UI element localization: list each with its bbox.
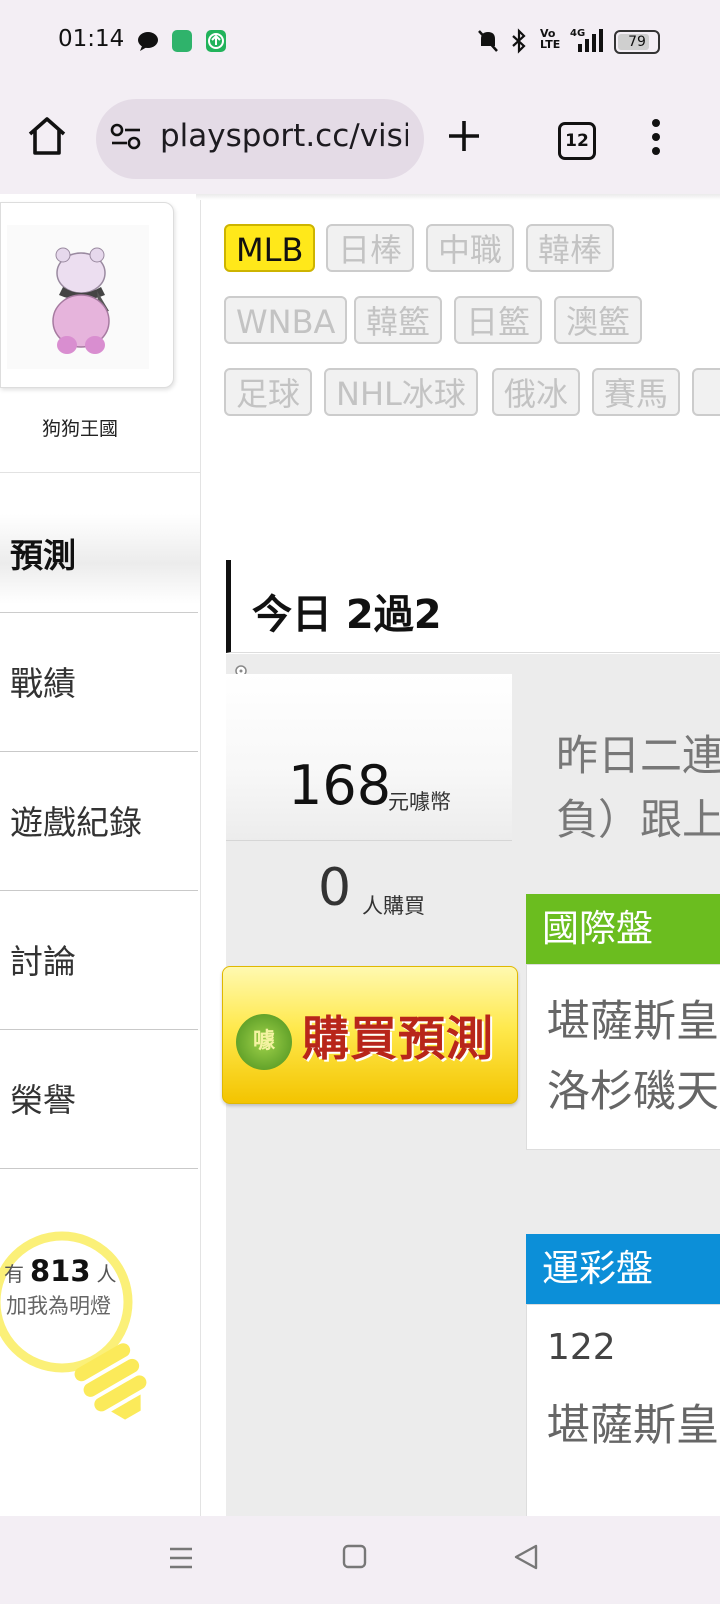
international-odds-panel[interactable]: 堪薩斯皇 洛杉磯天 (526, 964, 720, 1150)
tab-mlb[interactable]: MLB (224, 224, 316, 272)
nav-item-record[interactable]: 戰績 (0, 613, 198, 752)
avatar-card[interactable] (0, 202, 174, 388)
tab-nbl[interactable]: 澳籃 (554, 296, 643, 344)
prediction-description: 昨日二連 負）跟上 (556, 731, 720, 844)
sports-lottery-header: 運彩盤 (526, 1234, 720, 1304)
buyer-unit: 人購買 (362, 894, 425, 918)
profile-sidebar: 狗狗王國 預測 戰績 遊戲紀錄 討論 榮譽 有 813 人 加我為明燈 (0, 194, 201, 1516)
nav-item-game-log[interactable]: 遊戲紀錄 (0, 752, 198, 891)
tab-khl[interactable]: 俄冰 (492, 368, 581, 416)
back-icon[interactable] (512, 1544, 540, 1570)
team-name: 堪薩斯皇 (547, 997, 719, 1047)
prediction-content: MLB 日棒 中職 韓棒 WNBA 韓籃 日籃 澳籃 足球 NHL冰球 俄冰 賽… (196, 194, 720, 1516)
volte-icon: Vo LTE (540, 27, 561, 51)
price-unit: 元噱幣 (388, 790, 451, 814)
today-summary: 今日 2過2 (252, 592, 442, 638)
tab-cpbl[interactable]: 中職 (426, 224, 515, 272)
battery-level: 79 (628, 34, 646, 50)
tab-wnba[interactable]: WNBA (224, 296, 348, 344)
tab-bleague[interactable]: 日籃 (454, 296, 543, 344)
top-border (196, 194, 720, 200)
international-odds-header: 國際盤 (526, 894, 720, 964)
app-icon (172, 30, 192, 52)
status-bar: 01:14 Vo LTE 4G 79 (0, 0, 720, 82)
team-name: 堪薩斯皇 (547, 1401, 719, 1451)
coin-logo-icon: 噱 (236, 1014, 292, 1070)
site-settings-icon[interactable] (110, 122, 142, 152)
tab-nhl[interactable]: NHL冰球 (324, 368, 478, 416)
nav-item-label: 戰績 (10, 664, 76, 703)
team-name: 洛杉磯天 (547, 1067, 719, 1117)
system-nav-bar (0, 1516, 720, 1604)
follow-link[interactable]: 加我為明燈 (6, 1290, 111, 1320)
update-icon (206, 30, 226, 52)
web-page: 狗狗王國 預測 戰績 遊戲紀錄 討論 榮譽 有 813 人 加我為明燈 MLB 日棒… (0, 194, 720, 1516)
nav-item-honor[interactable]: 榮譽 (0, 1030, 198, 1169)
new-tab-icon[interactable] (446, 118, 482, 154)
tab-more[interactable] (692, 368, 720, 416)
tab-kbl[interactable]: 韓籃 (354, 296, 443, 344)
avatar (7, 225, 149, 369)
tab-npb[interactable]: 日棒 (326, 224, 415, 272)
svg-text:4G: 4G (570, 28, 585, 39)
chat-bubble-icon (138, 32, 158, 51)
tab-switcher-button[interactable]: 12 (558, 122, 596, 160)
nav-item-label: 遊戲紀錄 (10, 803, 142, 842)
bluetooth-icon (512, 28, 526, 54)
sports-lottery-panel[interactable]: 122 堪薩斯皇 (526, 1304, 720, 1516)
more-menu-icon[interactable] (648, 118, 664, 156)
avatar-name[interactable]: 狗狗王國 (0, 414, 160, 441)
buyer-count: 0 (318, 858, 352, 918)
tab-horse-racing[interactable]: 賽馬 (592, 368, 681, 416)
price-value: 168 (288, 754, 392, 817)
url-text[interactable]: playsport.cc/visit (160, 118, 408, 154)
divider (0, 472, 200, 473)
battery-icon: 79 (614, 30, 660, 54)
nav-item-discussion[interactable]: 討論 (0, 891, 198, 1030)
section-title: 預測 (10, 536, 76, 575)
fan-count-value: 813 (30, 1254, 91, 1288)
lightbulb-icon (0, 1231, 147, 1420)
game-code: 122 (547, 1327, 616, 1368)
tab-soccer[interactable]: 足球 (224, 368, 313, 416)
recent-apps-icon[interactable] (168, 1546, 194, 1570)
home-icon[interactable] (26, 114, 68, 158)
fan-count: 有 813 人 (4, 1254, 117, 1288)
mute-icon (478, 30, 498, 52)
nav-item-label: 討論 (10, 942, 76, 981)
signal-4g-icon: 4G (570, 28, 603, 52)
nav-item-label: 榮譽 (10, 1081, 76, 1120)
status-time: 01:14 (58, 26, 125, 52)
buy-prediction-label: 購買預測 (302, 1012, 494, 1067)
tab-kbo[interactable]: 韓棒 (526, 224, 615, 272)
home-nav-icon[interactable] (342, 1544, 368, 1570)
divider (226, 840, 512, 841)
